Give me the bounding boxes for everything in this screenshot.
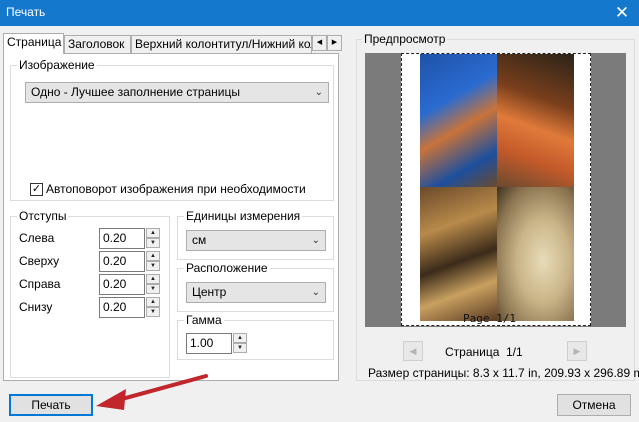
image-group: Изображение Одно - Лучшее заполнение стр… bbox=[10, 58, 334, 201]
tab-scroll-left-icon[interactable]: ◀ bbox=[312, 35, 327, 51]
window-title: Печать bbox=[6, 5, 46, 19]
spin-up-icon[interactable]: ▲ bbox=[146, 274, 160, 284]
margin-right-stepper[interactable]: ▲ ▼ bbox=[146, 274, 160, 295]
placement-group-label: Расположение bbox=[184, 261, 270, 275]
gamma-stepper[interactable]: ▲ ▼ bbox=[233, 333, 247, 354]
placement-group: Расположение Центр ⌄ bbox=[177, 261, 334, 312]
margin-bottom-stepper[interactable]: ▲ ▼ bbox=[146, 297, 160, 318]
spin-down-icon[interactable]: ▼ bbox=[146, 261, 160, 271]
placement-value: Центр bbox=[192, 285, 227, 299]
margin-left-input[interactable]: 0.20 bbox=[99, 228, 145, 249]
gamma-group-label: Гамма bbox=[184, 313, 224, 327]
preview-photo bbox=[420, 54, 574, 321]
tab-page[interactable]: Страница bbox=[3, 33, 64, 54]
margins-group: Отступы Слева 0.20 ▲ ▼ Сверху 0.20 ▲ ▼ С… bbox=[10, 209, 170, 378]
title-bar: Печать ✕ bbox=[0, 0, 639, 26]
margins-group-label: Отступы bbox=[17, 209, 69, 223]
spin-up-icon[interactable]: ▲ bbox=[146, 251, 160, 261]
units-value: см bbox=[192, 233, 207, 247]
spin-up-icon[interactable]: ▲ bbox=[146, 228, 160, 238]
units-group: Единицы измерения см ⌄ bbox=[177, 209, 334, 260]
page-number-label: Page 1/1 bbox=[463, 312, 516, 325]
margin-left-label: Слева bbox=[19, 231, 55, 245]
tab-header[interactable]: Заголовок bbox=[64, 35, 131, 53]
photo-part bbox=[420, 187, 497, 321]
chevron-down-icon: ⌄ bbox=[314, 87, 323, 98]
page-size-label: Размер страницы: 8.3 x 11.7 in, 209.93 x… bbox=[368, 366, 639, 380]
tab-scroll-right-icon[interactable]: ▶ bbox=[327, 35, 342, 51]
print-button[interactable]: Печать bbox=[9, 394, 93, 416]
chevron-down-icon: ⌄ bbox=[311, 287, 320, 298]
spin-down-icon[interactable]: ▼ bbox=[233, 343, 247, 353]
tab-strip: Страница Заголовок Верхний колонтитул/Ни… bbox=[3, 33, 342, 54]
print-dialog: Печать ✕ Страница Заголовок Верхний коло… bbox=[0, 0, 639, 422]
image-group-label: Изображение bbox=[17, 58, 97, 72]
margin-top-input[interactable]: 0.20 bbox=[99, 251, 145, 272]
margin-top-stepper[interactable]: ▲ ▼ bbox=[146, 251, 160, 272]
photo-part bbox=[497, 187, 574, 321]
margin-left-stepper[interactable]: ▲ ▼ bbox=[146, 228, 160, 249]
photo-part bbox=[420, 54, 497, 187]
spin-down-icon[interactable]: ▼ bbox=[146, 284, 160, 294]
spin-down-icon[interactable]: ▼ bbox=[146, 238, 160, 248]
tab-header-footer[interactable]: Верхний колонтитул/Нижний коло bbox=[131, 35, 312, 53]
fit-mode-select[interactable]: Одно - Лучшее заполнение страницы ⌄ bbox=[25, 82, 329, 103]
spin-up-icon[interactable]: ▲ bbox=[233, 333, 247, 343]
margin-right-input[interactable]: 0.20 bbox=[99, 274, 145, 295]
prev-page-icon[interactable]: ◀ bbox=[403, 341, 423, 361]
photo-part bbox=[497, 54, 574, 187]
close-icon[interactable]: ✕ bbox=[605, 0, 639, 26]
fit-mode-value: Одно - Лучшее заполнение страницы bbox=[31, 85, 241, 99]
units-select[interactable]: см ⌄ bbox=[186, 230, 326, 251]
page-counter: 1/1 bbox=[506, 345, 523, 359]
chevron-down-icon: ⌄ bbox=[311, 235, 320, 246]
spin-up-icon[interactable]: ▲ bbox=[146, 297, 160, 307]
gamma-group: Гамма 1.00 ▲ ▼ bbox=[177, 313, 334, 360]
autorotate-checkbox[interactable]: ✓ bbox=[30, 183, 43, 196]
spin-down-icon[interactable]: ▼ bbox=[146, 307, 160, 317]
margin-bottom-label: Снизу bbox=[19, 300, 53, 314]
autorotate-label: Автоповорот изображения при необходимост… bbox=[46, 182, 306, 196]
preview-label: Предпросмотр bbox=[362, 32, 448, 46]
next-page-icon[interactable]: ▶ bbox=[567, 341, 587, 361]
placement-select[interactable]: Центр ⌄ bbox=[186, 282, 326, 303]
cancel-button[interactable]: Отмена bbox=[557, 394, 631, 416]
margin-right-label: Справа bbox=[19, 277, 61, 291]
gamma-input[interactable]: 1.00 bbox=[186, 333, 232, 354]
page-label: Страница bbox=[445, 345, 500, 359]
units-group-label: Единицы измерения bbox=[184, 209, 303, 223]
margin-top-label: Сверху bbox=[19, 254, 60, 268]
tab-panel: Изображение Одно - Лучшее заполнение стр… bbox=[3, 53, 339, 381]
margin-bottom-input[interactable]: 0.20 bbox=[99, 297, 145, 318]
